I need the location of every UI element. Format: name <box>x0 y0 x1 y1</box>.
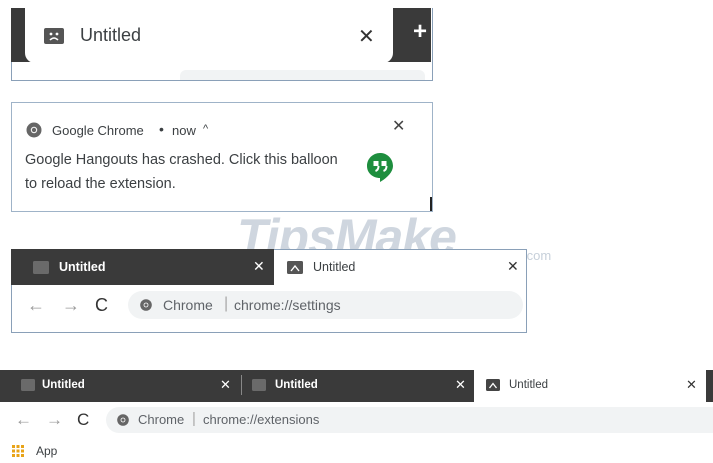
tab-title: Untitled <box>80 25 142 45</box>
folder-icon <box>252 379 266 391</box>
omnibox[interactable] <box>180 70 425 80</box>
notification-message: Google Hangouts has crashed. Click this … <box>25 152 338 192</box>
tab-title: Untitled <box>42 379 85 391</box>
omnibox-separator: | <box>224 295 229 312</box>
folder-icon <box>33 261 49 274</box>
tab-title: Untitled <box>313 260 356 274</box>
sad-folder-icon <box>486 379 500 391</box>
reload-icon[interactable]: C <box>77 410 89 430</box>
tab-divider <box>241 375 242 395</box>
back-arrow-icon[interactable]: ← <box>27 295 45 316</box>
sad-folder-icon <box>287 261 303 274</box>
close-tab-icon[interactable]: ✕ <box>455 377 466 393</box>
forward-arrow-icon[interactable]: → <box>46 410 63 430</box>
omnibox-chip-label: Chrome <box>163 297 213 313</box>
expand-caret-icon[interactable]: ^ <box>203 123 208 135</box>
new-tab-icon[interactable]: + <box>413 18 427 46</box>
separator-dot: • <box>159 121 164 137</box>
close-tab-icon[interactable]: ✕ <box>358 24 375 49</box>
sad-folder-icon <box>44 28 64 44</box>
chrome-icon <box>26 122 42 138</box>
tab-title: Untitled <box>59 260 106 274</box>
close-notification-icon[interactable]: ✕ <box>392 116 405 136</box>
omnibox-chip-label: Chrome <box>138 412 185 427</box>
tab-untitled-inactive[interactable] <box>11 249 274 285</box>
close-tab-icon[interactable]: ✕ <box>253 258 265 275</box>
notification-time: now <box>172 123 196 138</box>
url-text[interactable]: chrome://settings <box>234 297 341 313</box>
hangouts-icon <box>366 152 394 182</box>
watermark-suffix: .com <box>523 248 552 263</box>
chrome-icon <box>140 299 152 311</box>
forward-arrow-icon[interactable]: → <box>62 295 80 316</box>
bookmark-apps-label[interactable]: App <box>36 444 57 458</box>
tab-title: Untitled <box>509 379 548 391</box>
chrome-icon <box>117 414 129 426</box>
back-arrow-icon[interactable]: ← <box>15 410 32 430</box>
tab-title: Untitled <box>275 379 318 391</box>
close-tab-icon[interactable]: ✕ <box>507 258 519 275</box>
close-tab-icon[interactable]: ✕ <box>220 377 231 393</box>
url-text[interactable]: chrome://extensions <box>203 412 319 427</box>
close-tab-icon[interactable]: ✕ <box>686 377 697 393</box>
omnibox-separator: | <box>192 410 196 427</box>
reload-icon[interactable]: C <box>95 295 108 316</box>
folder-icon <box>21 379 35 391</box>
apps-grid-icon[interactable] <box>12 445 24 457</box>
omnibox[interactable] <box>106 407 713 433</box>
notification-app-name: Google Chrome <box>52 123 144 138</box>
